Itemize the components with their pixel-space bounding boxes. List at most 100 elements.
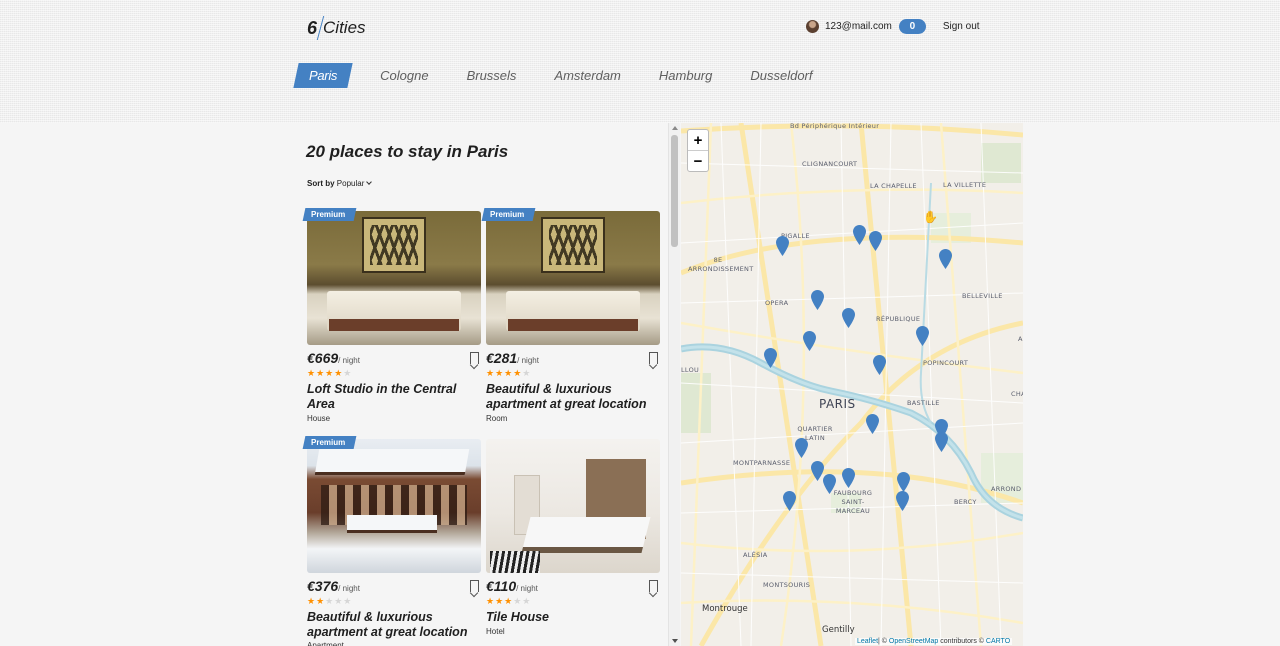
map-pin-icon[interactable] xyxy=(935,432,948,452)
map-label: OPERA xyxy=(765,299,789,307)
map-pin-icon[interactable] xyxy=(897,472,910,492)
offer-image[interactable] xyxy=(486,439,660,573)
map-pin-icon[interactable] xyxy=(764,348,777,368)
tab-paris[interactable]: Paris xyxy=(293,63,353,88)
user-nav: 123@mail.com 0 Sign out xyxy=(806,19,980,34)
map-label: LA VILLETTE xyxy=(943,181,987,189)
premium-badge: Premium xyxy=(481,208,536,221)
tab-hamburg[interactable]: Hamburg xyxy=(659,63,712,88)
tab-label: Paris xyxy=(309,68,338,83)
map-label: CHA xyxy=(1011,390,1023,398)
map-label: Montrouge xyxy=(702,604,748,614)
map-pin-icon[interactable] xyxy=(842,308,855,328)
map-pin-icon[interactable] xyxy=(853,225,866,245)
map-pin-icon[interactable] xyxy=(803,331,816,351)
map-city-label: PARIS xyxy=(819,397,856,411)
map-label: LA CHAPELLE xyxy=(870,182,917,190)
offer-type: Room xyxy=(486,414,508,423)
map-pin-icon[interactable] xyxy=(869,231,882,251)
city-map[interactable]: Bd Périphérique Intérieur CLIGNANCOURT L… xyxy=(681,123,1023,646)
bookmark-icon[interactable] xyxy=(470,580,479,592)
map-pin-icon[interactable] xyxy=(916,326,929,346)
offer-name[interactable]: Tile House xyxy=(486,610,660,625)
tab-amsterdam[interactable]: Amsterdam xyxy=(554,63,620,88)
tab-brussels[interactable]: Brussels xyxy=(467,63,517,88)
zoom-in-button[interactable]: + xyxy=(688,130,708,151)
offer-type: Apartment xyxy=(307,641,344,646)
offer-price: €669/ night xyxy=(307,350,360,366)
map-label: LLOU xyxy=(681,366,700,374)
scroll-up-arrow-icon[interactable] xyxy=(672,126,678,130)
favorites-count-badge[interactable]: 0 xyxy=(898,19,926,34)
map-pin-icon[interactable] xyxy=(896,491,909,511)
tab-dusseldorf[interactable]: Dusseldorf xyxy=(750,63,812,88)
places-title: 20 places to stay in Paris xyxy=(306,142,509,161)
map-label: MONTPARNASSE xyxy=(733,459,791,467)
map-attribution: Leaflet| © OpenStreetMap contributors © … xyxy=(855,638,1013,645)
map-pin-icon[interactable] xyxy=(873,355,886,375)
offer-card[interactable]: Premium €376/ night ★★★★★ Beautiful & lu… xyxy=(302,436,481,646)
rating-stars: ★★★★★ xyxy=(486,368,532,378)
offer-image[interactable] xyxy=(307,439,481,573)
offer-name[interactable]: Beautiful & luxurious apartment at great… xyxy=(307,610,481,640)
map-label: ALÉSIA xyxy=(743,551,768,559)
map-pin-icon[interactable] xyxy=(866,414,879,434)
scrollbar[interactable] xyxy=(668,123,680,646)
offer-card[interactable]: Premium €669/ night ★★★★★ Loft Studio in… xyxy=(302,208,481,426)
bookmark-icon[interactable] xyxy=(649,580,658,592)
hand-cursor-icon: ✋ xyxy=(923,210,938,224)
offer-type: Hotel xyxy=(486,627,505,636)
logo[interactable]: 6 Cities xyxy=(307,15,366,41)
premium-badge: Premium xyxy=(302,208,357,221)
offer-type: House xyxy=(307,414,331,423)
user-email[interactable]: 123@mail.com xyxy=(825,21,892,32)
avatar[interactable] xyxy=(806,20,819,33)
osm-link[interactable]: OpenStreetMap xyxy=(889,638,938,645)
offer-image[interactable] xyxy=(486,211,660,345)
bookmark-icon[interactable] xyxy=(470,352,479,364)
offer-card[interactable]: €110/ night ★★★★★ Tile House Hotel xyxy=(486,439,660,646)
map-pin-icon[interactable] xyxy=(842,468,855,488)
sort-control[interactable]: Sort by Popular xyxy=(307,179,373,188)
bookmark-icon[interactable] xyxy=(649,352,658,364)
offer-image[interactable] xyxy=(307,211,481,345)
sort-label: Sort by xyxy=(307,179,335,188)
map-pin-icon[interactable] xyxy=(939,249,952,269)
leaflet-link[interactable]: Leaflet xyxy=(857,638,878,645)
logo-number: 6 xyxy=(307,17,318,38)
map-label: BERCY xyxy=(954,498,977,506)
scroll-down-arrow-icon[interactable] xyxy=(672,639,678,643)
map-label: BELLEVILLE xyxy=(962,292,1003,300)
map-label: RÉPUBLIQUE xyxy=(876,315,921,323)
carto-link[interactable]: CARTO xyxy=(986,638,1010,645)
premium-badge: Premium xyxy=(302,436,357,449)
offer-name[interactable]: Loft Studio in the Central Area xyxy=(307,382,481,412)
offer-price: €110/ night xyxy=(486,578,538,594)
sort-value[interactable]: Popular xyxy=(337,179,365,188)
map-pin-icon[interactable] xyxy=(811,290,824,310)
tab-cologne[interactable]: Cologne xyxy=(380,63,428,88)
map-pin-icon[interactable] xyxy=(823,474,836,494)
map-label: POPINCOURT xyxy=(923,359,969,367)
map-tiles xyxy=(681,123,1023,646)
offer-card[interactable]: Premium €281/ night ★★★★★ Beautiful & lu… xyxy=(481,208,660,426)
map-label: Gentilly xyxy=(822,625,855,635)
map-label: Bd Périphérique Intérieur xyxy=(790,123,880,130)
sign-out-link[interactable]: Sign out xyxy=(943,21,980,32)
map-label: ARROND xyxy=(991,485,1022,493)
map-label: 8E ARRONDISSEMENT xyxy=(688,256,754,273)
map-zoom-control: + − xyxy=(687,129,709,172)
offer-name[interactable]: Beautiful & luxurious apartment at great… xyxy=(486,382,660,412)
chevron-down-icon xyxy=(366,179,373,185)
scrollbar-thumb[interactable] xyxy=(671,135,678,247)
map-pin-icon[interactable] xyxy=(795,438,808,458)
rating-stars: ★★★★★ xyxy=(486,596,532,606)
map-pin-icon[interactable] xyxy=(776,236,789,256)
map-label: ARRO xyxy=(1018,335,1023,343)
map-label: MONTSOURIS xyxy=(763,581,811,589)
zoom-out-button[interactable]: − xyxy=(688,151,708,172)
logo-text: Cities xyxy=(323,18,366,37)
offer-price: €376/ night xyxy=(307,578,360,594)
map-pin-icon[interactable] xyxy=(783,491,796,511)
header-background xyxy=(0,0,1280,123)
